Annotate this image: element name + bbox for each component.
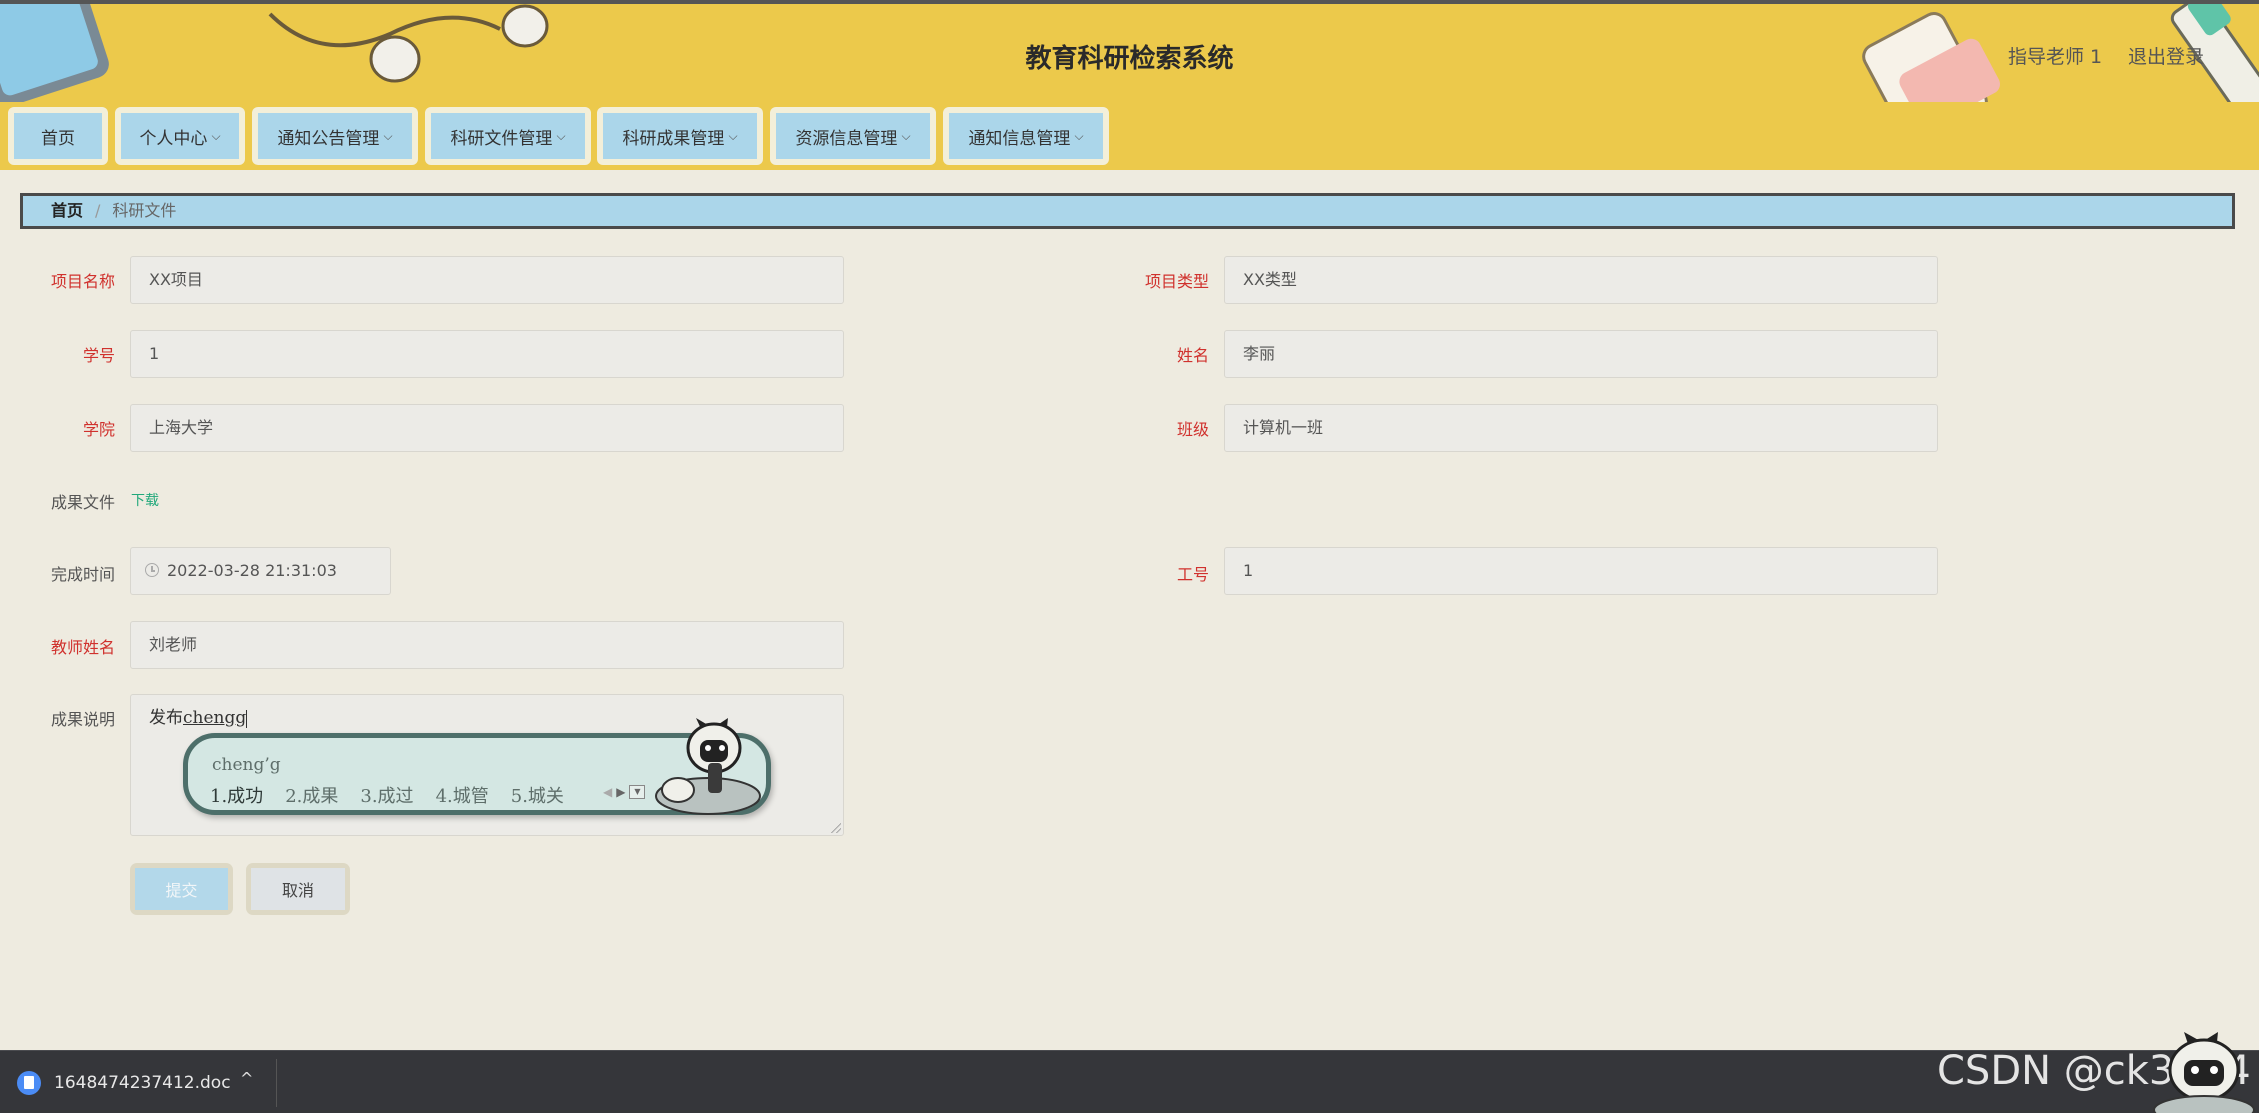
complete-time-picker[interactable]: 2022-03-28 21:31:03 bbox=[130, 547, 391, 595]
chevron-down-icon: ⌵ bbox=[901, 128, 911, 143]
corner-mascot-icon bbox=[2153, 1032, 2255, 1113]
nav-label: 资源信息管理 bbox=[795, 128, 898, 149]
main-nav: 首页 个人中心 ⌵ 通知公告管理 ⌵ 科研文件管理 ⌵ 科研成果管理 ⌵ 资源信息管理 ⌵… bbox=[0, 102, 2259, 170]
chevron-down-icon: ⌵ bbox=[211, 128, 221, 143]
chevron-down-icon: ⌵ bbox=[556, 128, 566, 143]
nav-item-research-result-management[interactable]: 科研成果管理 ⌵ bbox=[597, 107, 763, 165]
breadcrumb-home[interactable]: 首页 bbox=[51, 201, 83, 220]
staff-id-field[interactable]: 1 bbox=[1224, 547, 1938, 595]
download-bar-divider bbox=[276, 1059, 277, 1107]
result-desc-composing: chengg bbox=[183, 708, 247, 728]
text-cursor-icon bbox=[246, 709, 248, 728]
chevron-down-icon: ⌵ bbox=[383, 128, 393, 143]
project-type-label: 项目类型 bbox=[1144, 272, 1209, 291]
nav-item-notice-info-management[interactable]: 通知信息管理 ⌵ bbox=[943, 107, 1109, 165]
chevron-down-icon: ⌵ bbox=[728, 128, 738, 143]
header: 教育科研检索系统 指导老师 1 退出登录 bbox=[0, 0, 2259, 102]
result-desc-text: 发布 bbox=[149, 708, 183, 728]
staff-id-label: 工号 bbox=[1176, 565, 1209, 584]
ime-next-icon[interactable]: ▶ bbox=[616, 785, 625, 799]
ime-mascot-icon bbox=[655, 718, 761, 815]
ime-candidate-window: cheng’g 1.成功 2.成果 3.成过 4.城管 5.城关 ◀ ▶ ▼ bbox=[183, 718, 771, 815]
complete-time-value: 2022-03-28 21:31:03 bbox=[167, 561, 337, 580]
nav-item-research-file-management[interactable]: 科研文件管理 ⌵ bbox=[425, 107, 591, 165]
complete-time-label: 完成时间 bbox=[50, 565, 115, 584]
nav-item-notice-management[interactable]: 通知公告管理 ⌵ bbox=[252, 107, 418, 165]
teacher-name-field[interactable]: 刘老师 bbox=[130, 621, 844, 669]
ime-candidate[interactable]: 2.成果 bbox=[285, 782, 338, 808]
logout-link[interactable]: 退出登录 bbox=[2128, 42, 2204, 69]
nav-item-home[interactable]: 首页 bbox=[8, 107, 108, 165]
nav-label: 通知公告管理 bbox=[277, 128, 380, 149]
breadcrumb: 首页 / 科研文件 bbox=[20, 193, 2235, 229]
nav-label: 科研文件管理 bbox=[450, 128, 553, 149]
ime-menu-icon[interactable]: ▼ bbox=[629, 785, 646, 799]
submit-button-label: 提交 bbox=[135, 868, 228, 910]
student-id-label: 学号 bbox=[82, 346, 115, 365]
student-name-field[interactable]: 李丽 bbox=[1224, 330, 1938, 378]
ime-candidate-list: 1.成功 2.成果 3.成过 4.城管 5.城关 bbox=[210, 782, 564, 808]
ime-candidate[interactable]: 1.成功 bbox=[210, 782, 263, 808]
browser-download-bar: 1648474237412.doc ^ bbox=[0, 1050, 2259, 1113]
cancel-button-label: 取消 bbox=[251, 868, 345, 910]
student-id-field[interactable]: 1 bbox=[130, 330, 844, 378]
nav-label: 科研成果管理 bbox=[622, 128, 725, 149]
breadcrumb-separator: / bbox=[95, 201, 101, 220]
teacher-name-label: 教师姓名 bbox=[50, 638, 115, 657]
result-file-label: 成果文件 bbox=[50, 493, 115, 512]
result-desc-label: 成果说明 bbox=[50, 710, 115, 729]
student-name-label: 姓名 bbox=[1176, 346, 1209, 365]
resize-grip-icon[interactable] bbox=[831, 823, 841, 833]
document-file-icon bbox=[17, 1071, 41, 1095]
clock-icon bbox=[145, 563, 159, 577]
nav-label: 个人中心 bbox=[139, 128, 208, 149]
download-file-name[interactable]: 1648474237412.doc bbox=[54, 1073, 231, 1093]
class-field[interactable]: 计算机一班 bbox=[1224, 404, 1938, 452]
nav-item-resource-info-management[interactable]: 资源信息管理 ⌵ bbox=[770, 107, 936, 165]
current-user-name: 指导老师 1 bbox=[2008, 46, 2103, 68]
ime-candidate[interactable]: 3.成过 bbox=[360, 782, 413, 808]
nav-label: 首页 bbox=[41, 128, 75, 149]
project-name-field[interactable]: XX项目 bbox=[130, 256, 844, 304]
project-name-label: 项目名称 bbox=[50, 272, 115, 291]
ime-pager: ◀ ▶ ▼ bbox=[603, 785, 646, 799]
nav-label: 通知信息管理 bbox=[968, 128, 1071, 149]
project-type-field[interactable]: XX类型 bbox=[1224, 256, 1938, 304]
submit-button[interactable]: 提交 bbox=[130, 863, 233, 915]
site-title: 教育科研检索系统 bbox=[1025, 44, 1234, 74]
download-link[interactable]: 下载 bbox=[131, 490, 159, 510]
cancel-button[interactable]: 取消 bbox=[246, 863, 350, 915]
nav-item-personal-center[interactable]: 个人中心 ⌵ bbox=[115, 107, 245, 165]
ime-composition: cheng’g bbox=[212, 755, 281, 775]
ime-prev-icon[interactable]: ◀ bbox=[603, 785, 612, 799]
ime-candidate[interactable]: 5.城关 bbox=[511, 782, 564, 808]
college-label: 学院 bbox=[82, 420, 115, 439]
class-label: 班级 bbox=[1176, 420, 1209, 439]
college-field[interactable]: 上海大学 bbox=[130, 404, 844, 452]
chevron-up-icon[interactable]: ^ bbox=[240, 1069, 253, 1088]
chevron-down-icon: ⌵ bbox=[1074, 128, 1084, 143]
breadcrumb-current: 科研文件 bbox=[112, 201, 177, 220]
ime-candidate[interactable]: 4.城管 bbox=[436, 782, 489, 808]
